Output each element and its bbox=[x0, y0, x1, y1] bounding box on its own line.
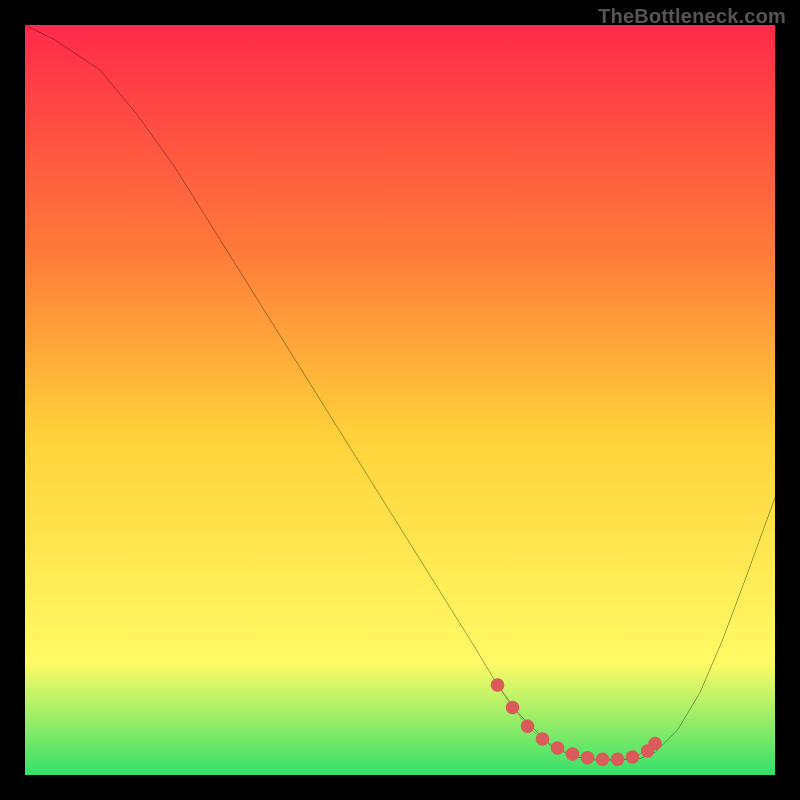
optimal-dot bbox=[521, 720, 535, 734]
optimal-dot bbox=[551, 741, 565, 755]
optimal-dot bbox=[536, 732, 550, 746]
gradient-background bbox=[25, 25, 775, 775]
optimal-dot bbox=[581, 751, 595, 765]
chart-svg bbox=[25, 25, 775, 775]
optimal-dot bbox=[626, 750, 640, 764]
optimal-dot bbox=[596, 753, 610, 767]
optimal-dot bbox=[611, 753, 625, 767]
optimal-dot bbox=[566, 747, 580, 761]
optimal-dot bbox=[491, 678, 504, 692]
optimal-dot bbox=[506, 701, 520, 715]
chart-frame: TheBottleneck.com bbox=[0, 0, 800, 800]
optimal-dot bbox=[648, 737, 662, 751]
chart-plot-area bbox=[25, 25, 775, 775]
